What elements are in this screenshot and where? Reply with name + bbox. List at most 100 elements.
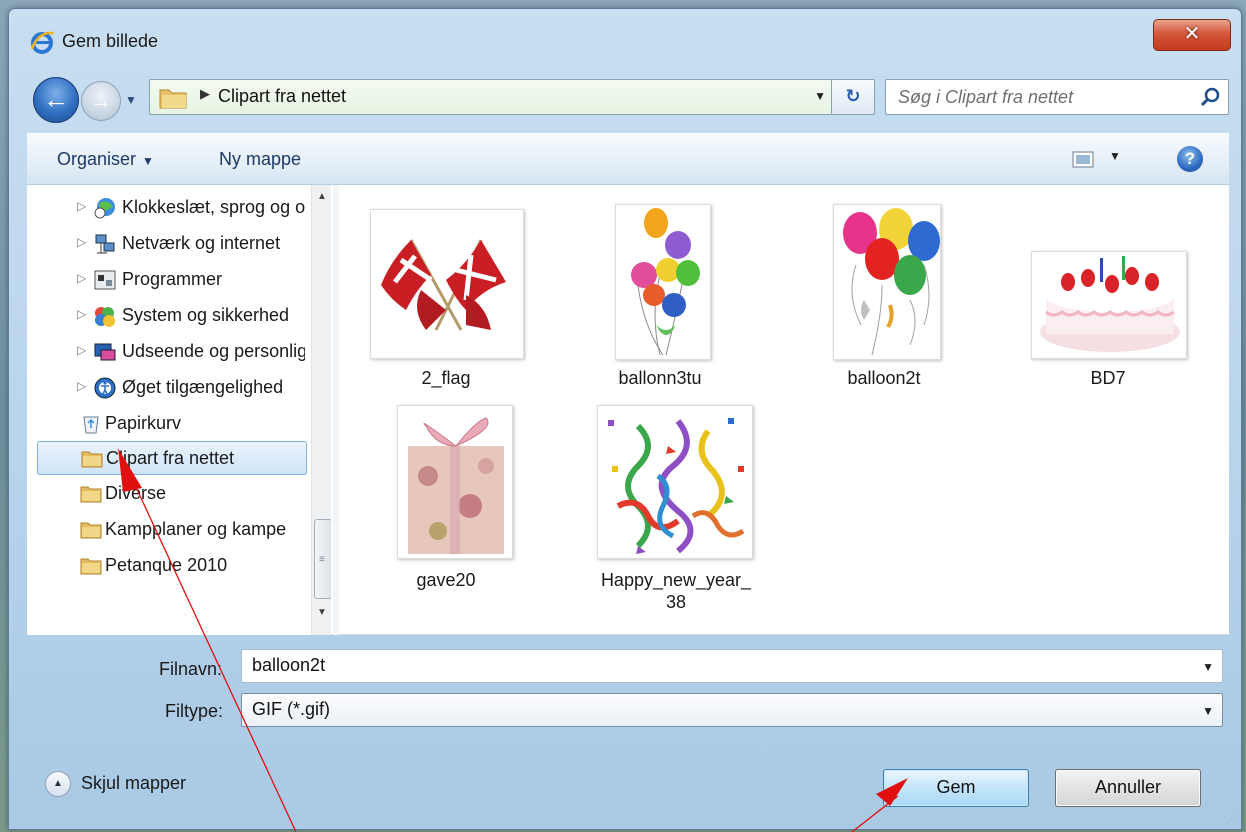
navigation-pane[interactable]: ▷ Klokkeslæt, sprog og område ▷ Netværk … <box>27 185 331 635</box>
internet-explorer-icon <box>30 31 55 54</box>
sidebar-item-label: Kampplaner og kampe <box>105 519 287 539</box>
chevron-down-icon: ▼ <box>142 154 154 168</box>
expand-arrow-icon[interactable]: ▷ <box>77 199 86 213</box>
resize-grip-icon[interactable]: ⋰ <box>1226 814 1235 825</box>
scrollbar-thumb[interactable]: ≡ <box>314 519 331 599</box>
sidebar-item-label: System og sikkerhed <box>122 305 290 325</box>
balloon-bunch-thumbnail <box>833 204 941 360</box>
back-button[interactable]: ← <box>33 77 79 123</box>
command-toolbar: Organiser ▼ Ny mappe ▼ ? <box>27 133 1229 185</box>
programs-icon <box>94 270 116 290</box>
content-area: ▷ Klokkeslæt, sprog og område ▷ Netværk … <box>27 185 1229 635</box>
sidebar-item-time-language[interactable]: ▷ Klokkeslæt, sprog og område <box>27 191 305 225</box>
expand-arrow-icon[interactable]: ▷ <box>77 343 86 357</box>
address-dropdown-icon[interactable]: ▼ <box>814 89 826 103</box>
folder-icon <box>80 522 102 539</box>
file-name: BD7 <box>1090 368 1126 388</box>
search-input[interactable]: Søg i Clipart fra nettet <box>885 79 1229 115</box>
filetype-select[interactable]: GIF (*.gif) ▼ <box>241 693 1223 727</box>
network-icon <box>95 234 115 254</box>
file-name: 2_flag <box>421 368 471 388</box>
gift-box-thumbnail <box>397 405 513 559</box>
file-item[interactable]: 2_flag <box>361 201 531 391</box>
birthday-cake-thumbnail <box>1031 251 1187 359</box>
filetype-label: Filtype: <box>165 701 224 721</box>
sidebar-item-accessibility[interactable]: ▷ Øget tilgængelighed <box>27 371 305 405</box>
change-view-button[interactable]: ▼ <box>1071 147 1131 173</box>
cancel-button[interactable]: Annuller <box>1055 769 1201 807</box>
scrollbar-grip-icon: ≡ <box>319 554 325 565</box>
sidebar-item-recycle-bin[interactable]: Papirkurv <box>27 407 305 441</box>
sidebar-item-network-internet[interactable]: ▷ Netværk og internet <box>27 227 305 261</box>
sidebar-item-diverse-folder[interactable]: Diverse <box>27 477 305 511</box>
filetype-value: GIF (*.gif) <box>252 699 331 719</box>
view-chevron-down-icon: ▼ <box>1109 149 1121 163</box>
sidebar-item-label: Papirkurv <box>105 413 182 433</box>
file-item[interactable]: BD7 <box>1023 201 1193 391</box>
file-item[interactable]: balloon2t <box>799 201 969 391</box>
file-name: balloon2t <box>847 368 921 388</box>
sidebar-item-programs[interactable]: ▷ Programmer <box>27 263 305 297</box>
breadcrumb-separator[interactable]: ▶ <box>200 86 210 102</box>
filename-dropdown-icon[interactable]: ▼ <box>1202 660 1214 674</box>
file-item[interactable]: gave20 <box>361 401 531 601</box>
file-item[interactable]: Happy_new_year_38 <box>591 401 761 621</box>
file-name: ballonn3tu <box>618 368 702 388</box>
sidebar-item-label: Clipart fra nettet <box>106 448 235 468</box>
view-options-icon <box>1072 151 1094 168</box>
organise-label: Organiser <box>57 149 137 169</box>
sidebar-item-label: Øget tilgængelighed <box>122 377 284 397</box>
refresh-button[interactable]: ↻ <box>831 79 875 115</box>
title-bar: Gem billede ✕ <box>9 9 1241 67</box>
expand-arrow-icon[interactable]: ▷ <box>77 379 86 393</box>
file-list[interactable]: 2_flag ballonn3tu balloon2t BD7 gave20 H… <box>339 185 1229 635</box>
clock-globe-icon <box>94 198 115 219</box>
sidebar-item-system-security[interactable]: ▷ System og sikkerhed <box>27 299 305 333</box>
filename-label: Filnavn: <box>159 659 223 679</box>
search-icon[interactable] <box>1200 86 1222 108</box>
save-button[interactable]: Gem <box>883 769 1029 807</box>
filename-field[interactable]: balloon2t ▼ <box>241 649 1223 683</box>
sidebar-item-label: Diverse <box>105 483 167 503</box>
sidebar-item-label: Petanque 2010 <box>105 555 228 575</box>
folder-icon <box>80 486 102 503</box>
hide-folders-label[interactable]: Skjul mapper <box>81 773 186 794</box>
address-bar[interactable]: ▶ Clipart fra nettet ▼ <box>149 79 835 115</box>
chevron-up-icon[interactable]: ▲ <box>45 771 71 797</box>
breadcrumb-current-folder[interactable]: Clipart fra nettet <box>218 86 346 107</box>
filetype-dropdown-icon[interactable]: ▼ <box>1202 704 1214 718</box>
folder-icon <box>159 89 187 109</box>
help-button[interactable]: ? <box>1177 146 1203 172</box>
folder-icon <box>81 451 103 468</box>
expand-arrow-icon[interactable]: ▷ <box>77 271 86 285</box>
file-item[interactable]: ballonn3tu <box>575 201 745 391</box>
sidebar-item-label: Programmer <box>122 269 223 289</box>
expand-arrow-icon[interactable]: ▷ <box>77 235 86 249</box>
sidebar-item-label: Udseende og personlige indstillinger <box>122 341 305 361</box>
new-folder-button[interactable]: Ny mappe <box>219 149 301 170</box>
close-button[interactable]: ✕ <box>1153 19 1231 51</box>
sidebar-item-label: Klokkeslæt, sprog og område <box>122 197 305 217</box>
sidebar-item-match-plans-folder[interactable]: Kampplaner og kampe <box>27 513 305 547</box>
sidebar-item-appearance[interactable]: ▷ Udseende og personlige indstillinger <box>27 335 305 369</box>
navigation-scrollbar[interactable]: ▲ ≡ ▼ <box>311 185 331 635</box>
system-security-icon <box>95 307 115 327</box>
file-name: gave20 <box>416 570 476 590</box>
sidebar-item-label: Netværk og internet <box>122 233 281 253</box>
folder-icon <box>80 558 102 575</box>
confetti-thumbnail <box>597 405 753 559</box>
organise-menu[interactable]: Organiser ▼ <box>57 149 154 170</box>
save-form: Filnavn: balloon2t ▼ Filtype: GIF (*.gif… <box>9 635 1241 831</box>
scroll-up-icon[interactable]: ▲ <box>317 191 327 202</box>
search-placeholder: Søg i Clipart fra nettet <box>898 87 1074 107</box>
forward-button[interactable]: → <box>81 81 121 121</box>
expand-arrow-icon[interactable]: ▷ <box>77 307 86 321</box>
file-name: Happy_new_year_38 <box>600 570 752 612</box>
accessibility-icon <box>94 377 116 399</box>
recent-pages-dropdown[interactable]: ▼ <box>125 93 137 107</box>
sidebar-item-petanque-folder[interactable]: Petanque 2010 <box>27 549 305 583</box>
save-dialog-window: Gem billede ✕ ← → ▼ ▶ Clipart fra nettet… <box>8 8 1242 830</box>
scroll-down-icon[interactable]: ▼ <box>317 607 327 618</box>
filename-value[interactable]: balloon2t <box>252 655 325 676</box>
sidebar-item-clipart-folder[interactable]: Clipart fra nettet <box>37 441 307 475</box>
